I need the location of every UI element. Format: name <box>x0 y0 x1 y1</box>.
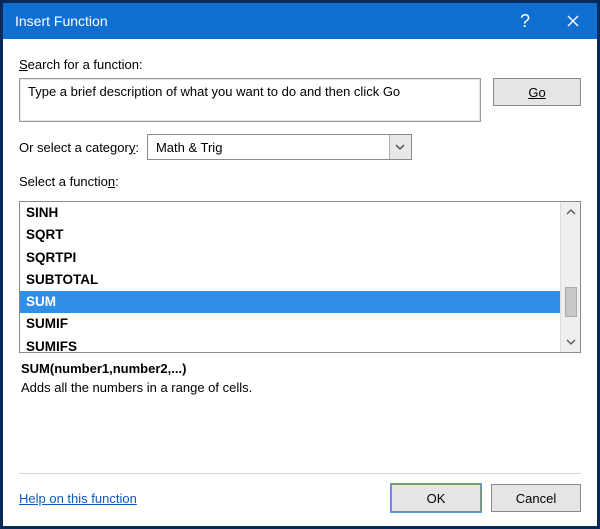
function-listbox[interactable]: SINHSQRTSQRTPISUBTOTALSUMSUMIFSUMIFS <box>19 201 581 353</box>
close-icon <box>567 15 579 27</box>
ok-button[interactable]: OK <box>391 484 481 512</box>
dialog-title: Insert Function <box>15 13 501 29</box>
close-button[interactable] <box>549 3 597 39</box>
category-selected-value: Math & Trig <box>148 140 389 155</box>
function-summary: Adds all the numbers in a range of cells… <box>21 380 579 395</box>
dropdown-button[interactable] <box>389 135 411 159</box>
category-label: Or select a category: <box>19 140 139 155</box>
list-item[interactable]: SQRT <box>20 224 560 246</box>
separator <box>19 473 581 474</box>
help-button[interactable]: ? <box>501 3 549 39</box>
function-signature: SUM(number1,number2,...) <box>21 361 579 376</box>
chevron-up-icon <box>566 209 576 215</box>
go-button[interactable]: Go <box>493 78 581 106</box>
scroll-down-button[interactable] <box>561 332 580 352</box>
list-item[interactable]: SUMIFS <box>20 336 560 353</box>
scrollbar[interactable] <box>560 202 580 352</box>
question-icon: ? <box>520 11 530 32</box>
function-description: SUM(number1,number2,...) Adds all the nu… <box>19 361 581 395</box>
chevron-down-icon <box>395 144 405 150</box>
category-select[interactable]: Math & Trig <box>147 134 412 160</box>
cancel-button[interactable]: Cancel <box>491 484 581 512</box>
list-item[interactable]: SUM <box>20 291 560 313</box>
list-item[interactable]: SUBTOTAL <box>20 269 560 291</box>
chevron-down-icon <box>566 339 576 345</box>
help-link[interactable]: Help on this function <box>19 491 381 506</box>
list-item[interactable]: SINH <box>20 202 560 224</box>
select-function-label: Select a function: <box>19 174 581 189</box>
search-label: SSearch for a function:earch for a funct… <box>19 57 581 72</box>
list-item[interactable]: SQRTPI <box>20 247 560 269</box>
list-item[interactable]: SUMIF <box>20 313 560 335</box>
scroll-thumb[interactable] <box>565 287 577 317</box>
scroll-up-button[interactable] <box>561 202 580 222</box>
dialog-body: SSearch for a function:earch for a funct… <box>3 39 597 526</box>
titlebar[interactable]: Insert Function ? <box>3 3 597 39</box>
search-input[interactable] <box>19 78 481 122</box>
